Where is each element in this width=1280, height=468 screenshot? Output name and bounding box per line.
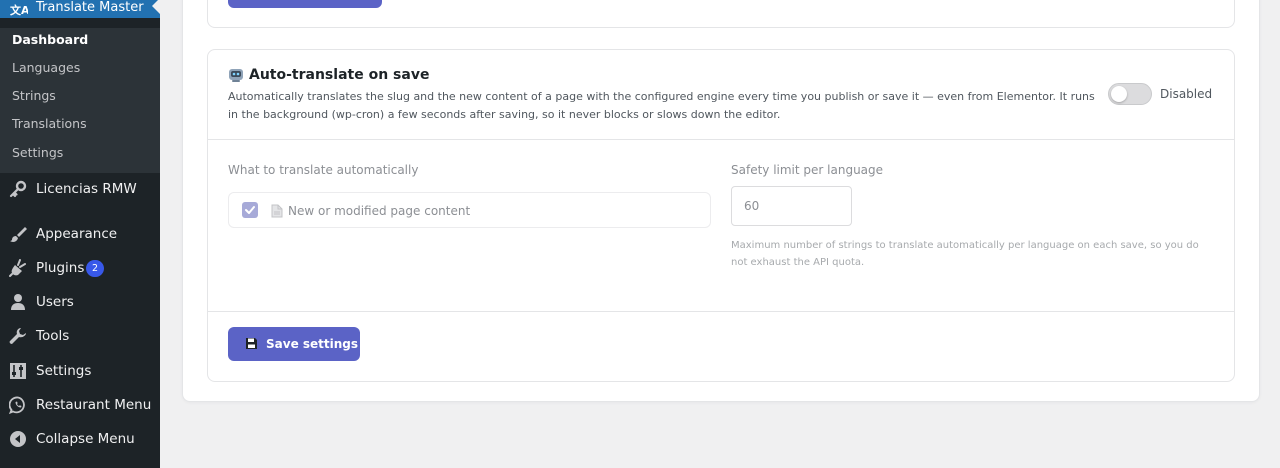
previous-section-button[interactable] — [228, 0, 382, 8]
svg-text:文A: 文A — [10, 3, 28, 17]
save-settings-button[interactable]: Save settings — [228, 327, 360, 361]
submenu-item-languages[interactable]: Languages — [12, 59, 80, 77]
sidebar-item-label: Settings — [36, 363, 92, 379]
sidebar-item-label: Plugins — [36, 260, 85, 276]
sidebar-item-label: Collapse Menu — [36, 431, 135, 447]
current-menu-arrow — [152, 0, 160, 14]
paintbrush-icon — [9, 225, 27, 243]
page-content-label: New or modified page content — [288, 204, 471, 218]
footer-divider — [208, 311, 1234, 312]
key-icon — [9, 180, 27, 198]
sidebar-item-label: Users — [36, 294, 74, 310]
update-count-badge: 2 — [86, 260, 104, 277]
sliders-icon — [9, 362, 27, 380]
whatsapp-icon — [8, 396, 27, 415]
document-icon — [271, 203, 283, 218]
section-divider — [208, 139, 1234, 140]
page-content-checkbox[interactable] — [242, 202, 258, 218]
sidebar-item-users[interactable]: Users — [0, 285, 160, 319]
sidebar-item-label: Tools — [36, 328, 70, 344]
collapse-icon — [9, 430, 27, 448]
section-title: Auto-translate on save — [249, 67, 430, 83]
sidebar-item-settings[interactable]: Settings — [0, 354, 160, 388]
toggle-knob — [1111, 86, 1127, 102]
admin-sidebar: 文A Translate Master Dashboard Languages … — [0, 0, 160, 468]
sidebar-item-appearance[interactable]: Appearance — [0, 217, 160, 251]
safety-limit-input[interactable] — [731, 186, 852, 226]
sidebar-item-label: Appearance — [36, 226, 118, 242]
submenu-item-dashboard[interactable]: Dashboard — [12, 31, 88, 49]
translate-icon: 文A — [10, 0, 30, 18]
sidebar-item-translate-master[interactable]: 文A Translate Master — [0, 0, 160, 18]
safety-limit-label: Safety limit per language — [731, 163, 884, 177]
page-content-option[interactable]: New or modified page content — [228, 192, 711, 228]
robot-icon — [228, 67, 244, 83]
sidebar-item-restaurant-menu[interactable]: Restaurant Menu — [0, 388, 160, 422]
save-settings-label: Save settings — [266, 337, 359, 351]
safety-limit-help: Maximum number of strings to translate a… — [731, 240, 1199, 268]
translate-master-submenu: Dashboard Languages Strings Translations… — [0, 28, 160, 173]
wrench-icon — [9, 327, 27, 345]
sidebar-item-label: Translate Master — [36, 0, 144, 15]
floppy-disk-icon — [245, 337, 258, 350]
sidebar-item-label: Licencias RMW — [36, 181, 137, 197]
user-icon — [9, 293, 27, 311]
sidebar-item-licencias-rmw[interactable]: Licencias RMW — [0, 172, 160, 206]
section-description: Automatically translates the slug and th… — [228, 90, 1095, 121]
submenu-item-settings[interactable]: Settings — [12, 144, 63, 162]
what-to-translate-label: What to translate automatically — [228, 163, 419, 177]
collapse-menu-button[interactable]: Collapse Menu — [0, 422, 160, 456]
toggle-status-label: Disabled — [1160, 87, 1213, 101]
auto-translate-toggle[interactable] — [1108, 83, 1152, 105]
sidebar-item-tools[interactable]: Tools — [0, 319, 160, 353]
submenu-item-strings[interactable]: Strings — [12, 87, 56, 105]
sidebar-item-label: Restaurant Menu — [36, 397, 152, 413]
sidebar-item-plugins[interactable]: Plugins 2 — [0, 251, 160, 285]
submenu-item-translations[interactable]: Translations — [12, 115, 87, 133]
plugin-icon — [9, 259, 27, 277]
